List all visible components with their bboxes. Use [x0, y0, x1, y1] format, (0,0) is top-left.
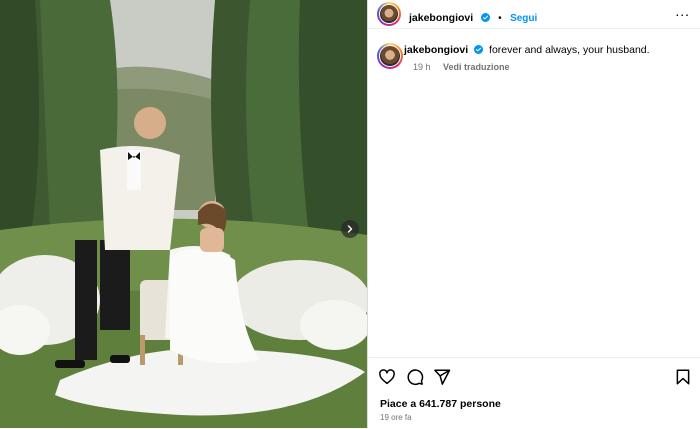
bookmark-icon[interactable]: [674, 368, 692, 386]
more-options-icon[interactable]: ...: [675, 4, 690, 18]
avatar[interactable]: [377, 2, 401, 26]
chevron-right-icon: [347, 225, 353, 233]
carousel-next-button[interactable]: [341, 220, 359, 238]
profile-picture: [380, 5, 398, 23]
comment-icon[interactable]: [406, 368, 424, 386]
verified-badge-icon: [474, 45, 484, 54]
post-side-panel: jakebongiovi • Segui ... jakebongiovi fo…: [367, 0, 700, 428]
caption: jakebongiovi forever and always, your hu…: [404, 44, 650, 56]
share-icon[interactable]: [433, 368, 451, 386]
header-username[interactable]: jakebongiovi: [409, 12, 473, 24]
caption-meta: 19 h Vedi traduzione: [413, 62, 510, 72]
post-actions: Piace a 641.787 persone 19 ore fa: [368, 357, 700, 429]
caption-profile-picture: [380, 46, 400, 66]
wedding-photo-illustration: [0, 0, 367, 428]
post-photo: [0, 0, 367, 428]
caption-age: 19 h: [413, 62, 431, 72]
like-count[interactable]: Piace a 641.787 persone: [380, 398, 501, 410]
heart-icon[interactable]: [378, 368, 396, 386]
separator-dot: •: [498, 13, 502, 24]
post-header: jakebongiovi • Segui ...: [368, 0, 700, 29]
caption-avatar[interactable]: [377, 43, 403, 69]
caption-username[interactable]: jakebongiovi: [404, 44, 468, 56]
verified-badge-icon: [480, 13, 490, 22]
post-timestamp: 19 ore fa: [380, 413, 412, 422]
see-translation-link[interactable]: Vedi traduzione: [443, 62, 510, 72]
caption-text: forever and always, your husband.: [489, 44, 650, 56]
follow-button[interactable]: Segui: [510, 13, 537, 24]
